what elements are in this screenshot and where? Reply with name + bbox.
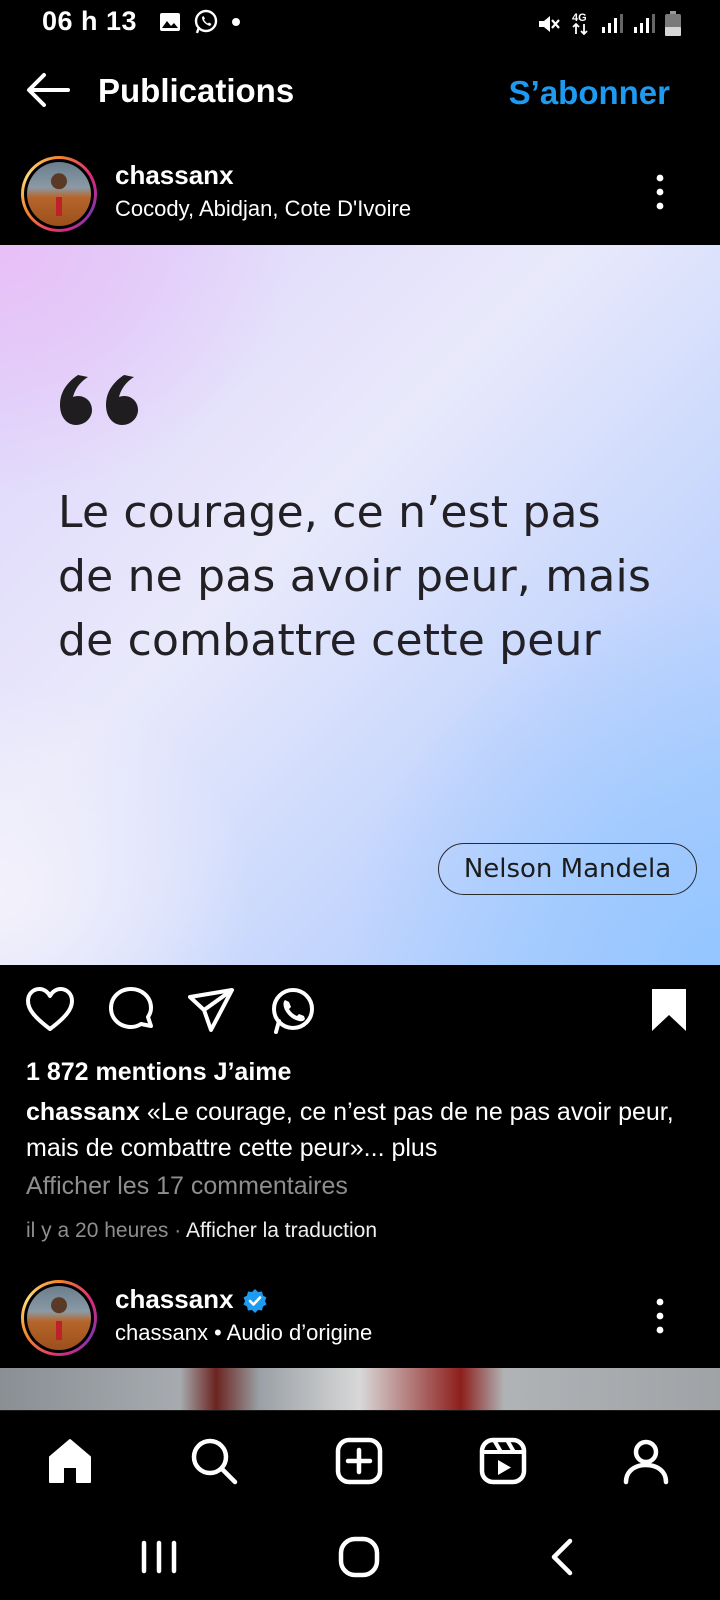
battery-icon [665, 11, 681, 36]
next-post-image[interactable] [0, 1368, 720, 1410]
status-time: 06 h 13 [42, 6, 138, 36]
next-post-header: chassanx chassanx • Audio d’origine [0, 1272, 720, 1362]
save-bookmark-icon[interactable] [644, 985, 696, 1037]
back-arrow-icon[interactable] [24, 70, 72, 110]
whatsapp-share-icon[interactable] [266, 985, 318, 1037]
status-notification-icons [158, 8, 242, 36]
post-username[interactable]: chassanx [115, 1284, 234, 1314]
whatsapp-icon [194, 9, 218, 34]
avatar-photo [27, 162, 91, 226]
quote-author: Nelson Mandela [438, 843, 697, 895]
like-heart-icon[interactable] [24, 985, 76, 1037]
time-separator: · [174, 1219, 182, 1242]
avatar-photo [27, 1286, 91, 1350]
caption-more-link[interactable]: plus [391, 1134, 437, 1162]
bottom-navigation [0, 1410, 720, 1510]
post-actions [0, 985, 720, 1045]
page-title: Publications [98, 72, 295, 109]
signal-icon [634, 14, 655, 33]
signal-icon [602, 14, 623, 33]
avatar[interactable] [21, 1280, 97, 1356]
back-icon[interactable] [540, 1534, 586, 1580]
top-header: Publications S’abonner [0, 58, 720, 130]
share-send-icon[interactable] [186, 985, 238, 1037]
caption-username[interactable]: chassanx [26, 1098, 140, 1126]
subscribe-button[interactable]: S’abonner [509, 74, 670, 112]
home-circle-icon[interactable] [336, 1534, 382, 1580]
post-audio-subtitle[interactable]: chassanx • Audio d’origine [115, 1320, 372, 1346]
gallery-icon [160, 13, 180, 31]
view-comments-link[interactable]: Afficher les 17 commentaires [26, 1172, 348, 1201]
svg-text:4G: 4G [572, 12, 587, 24]
quote-marks-icon [60, 375, 138, 425]
more-options-icon[interactable] [654, 1296, 666, 1336]
status-system-icons: 4G [536, 10, 682, 38]
create-icon[interactable] [333, 1435, 385, 1487]
post-location[interactable]: Cocody, Abidjan, Cote D'Ivoire [115, 196, 411, 222]
system-navigation-bar [0, 1510, 720, 1600]
post-time-row: il y a 20 heures · Afficher la traductio… [26, 1219, 377, 1243]
search-icon[interactable] [188, 1435, 240, 1487]
post-image[interactable]: Le courage, ce n’est pas de ne pas avoir… [0, 245, 720, 965]
profile-icon[interactable] [620, 1435, 672, 1487]
verified-badge-icon [243, 1289, 267, 1314]
post-caption: chassanx «Le courage, ce n’est pas de ne… [26, 1094, 706, 1166]
comment-icon[interactable] [106, 985, 158, 1037]
post-timestamp: il y a 20 heures [26, 1219, 169, 1242]
reels-icon[interactable] [477, 1435, 529, 1487]
home-icon[interactable] [44, 1435, 96, 1487]
post-header: chassanx Cocody, Abidjan, Cote D'Ivoire [0, 148, 720, 238]
mute-icon [539, 16, 560, 32]
translate-link[interactable]: Afficher la traduction [186, 1219, 377, 1242]
post-username-row: chassanx [115, 1284, 268, 1315]
quote-text: Le courage, ce n’est pas de ne pas avoir… [58, 487, 652, 666]
avatar[interactable] [21, 156, 97, 232]
more-options-icon[interactable] [654, 172, 666, 212]
dot-icon [232, 18, 240, 26]
4g-icon: 4G [572, 12, 588, 36]
recents-icon[interactable] [136, 1534, 182, 1580]
post-username[interactable]: chassanx [115, 160, 234, 191]
status-bar: 06 h 13 4G [0, 0, 720, 46]
likes-count[interactable]: 1 872 mentions J’aime [26, 1058, 291, 1087]
